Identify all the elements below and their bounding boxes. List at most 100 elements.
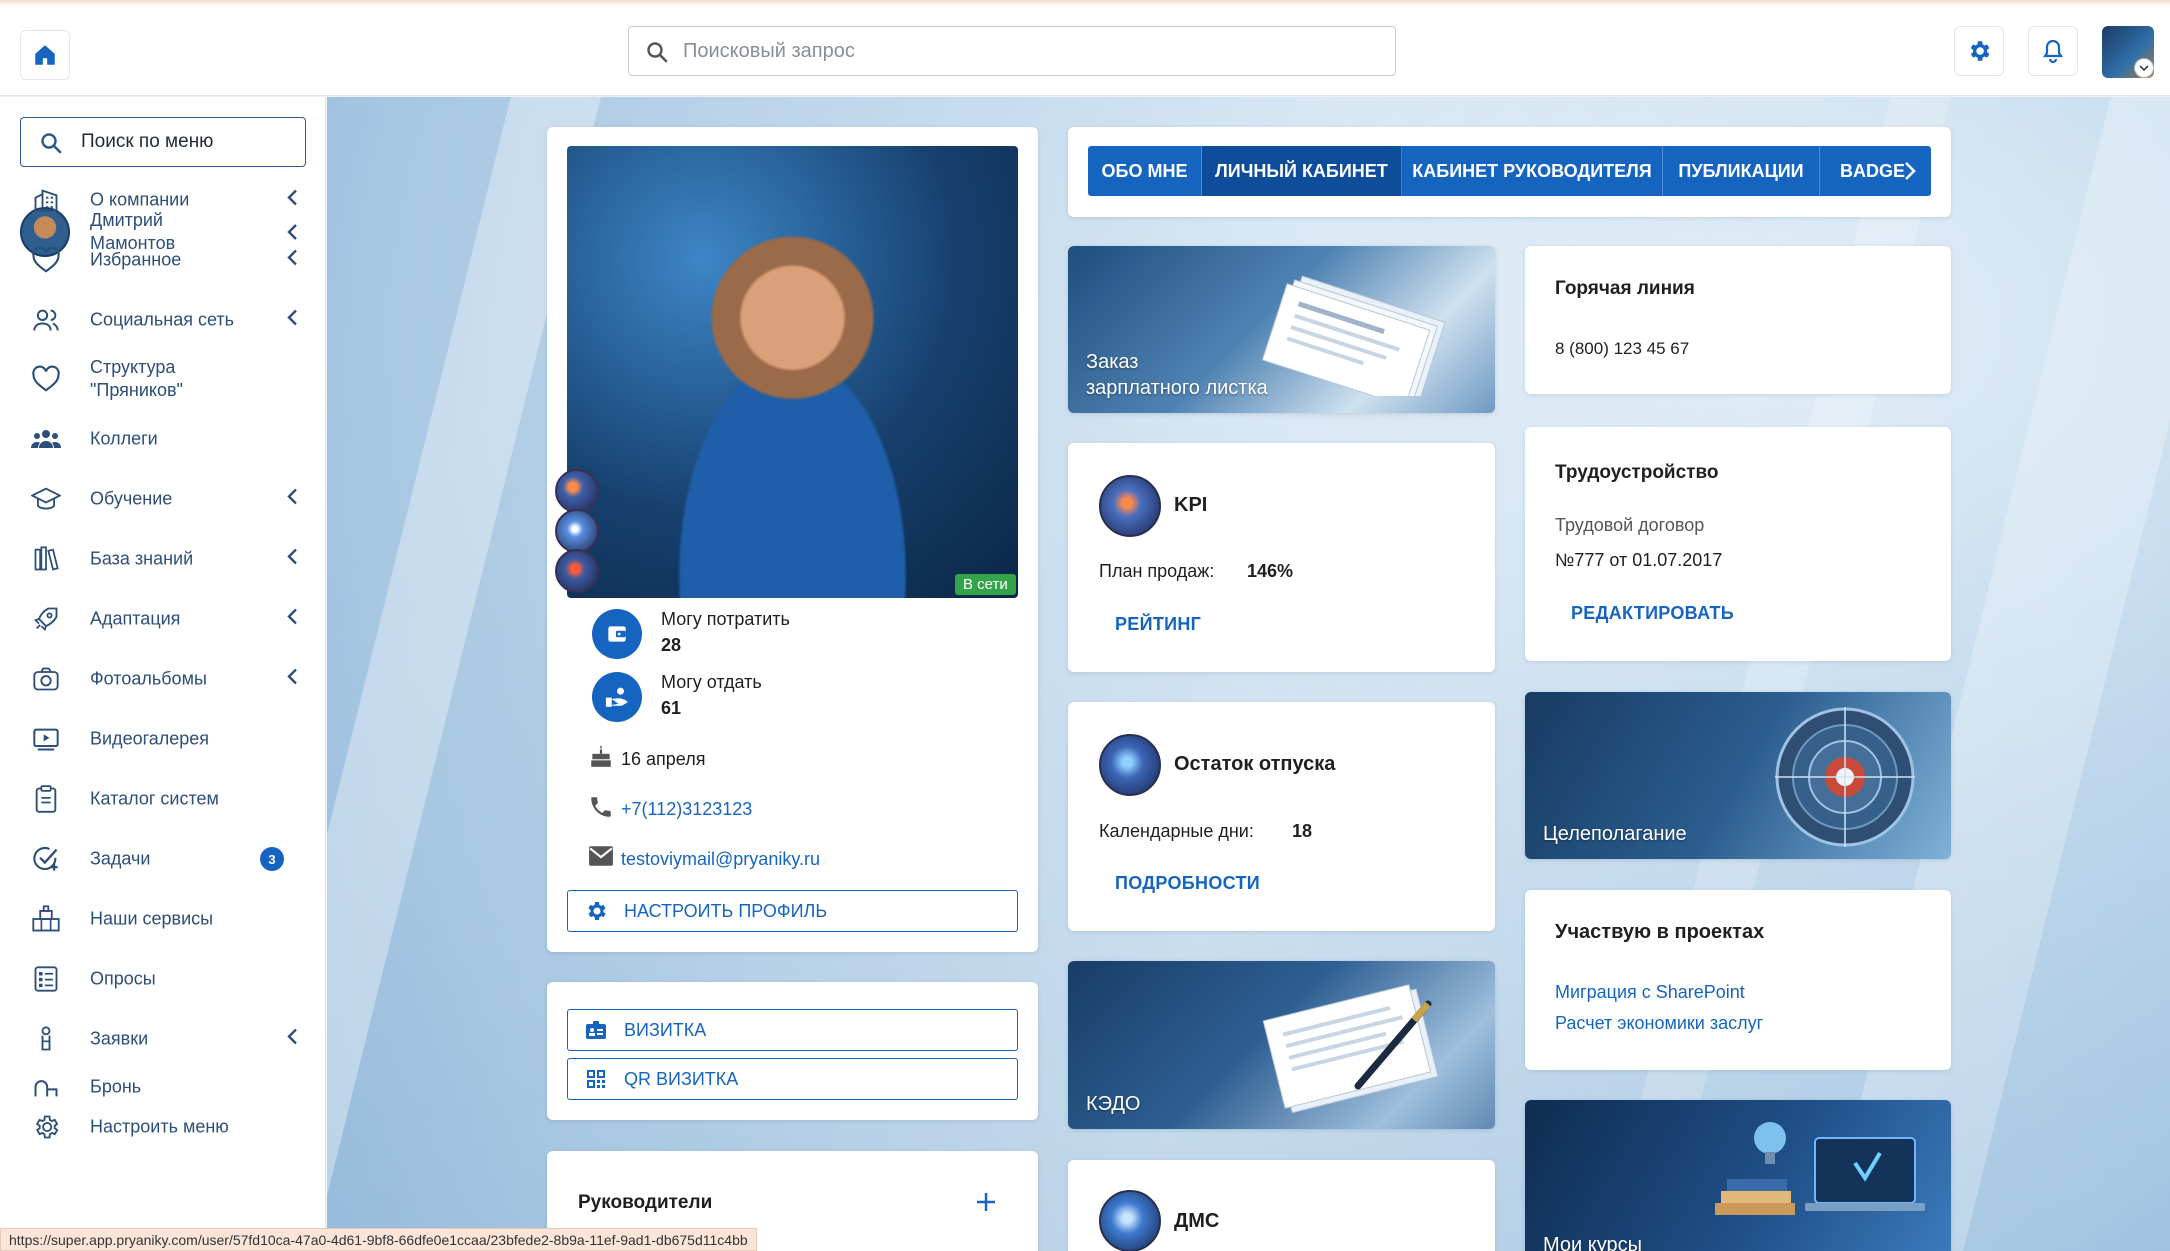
sidebar-item[interactable]: Социальная сеть [0,292,325,348]
my-courses-card[interactable]: Мои курсы [1525,1100,1951,1251]
hotline-card [1525,246,1951,394]
sidebar-item[interactable]: Избранное [0,232,325,288]
tab-personal-cabinet[interactable]: ЛИЧНЫЙ КАБИНЕТ [1202,146,1402,196]
configure-profile-label: Настроить профиль [624,900,828,921]
profile-tabs: ОБО МНЕ ЛИЧНЫЙ КАБИНЕТ КАБИНЕТ РУКОВОДИТ… [1088,146,1931,196]
sidebar-item[interactable]: Настроить меню [0,1099,325,1155]
menu-search[interactable]: Поиск по меню [20,117,306,167]
sidebar-item-label: База знаний [90,548,194,569]
configure-profile-button[interactable]: Настроить профиль [567,890,1018,932]
building-icon [30,184,62,216]
sidebar-item-label: Адаптация [90,608,181,629]
chevron-left-icon[interactable] [286,309,298,332]
survey-icon [30,963,62,995]
vacation-details-link[interactable]: ПОДРОБНОСТИ [1115,873,1260,894]
project-link[interactable]: Миграция с SharePoint [1555,982,1745,1003]
users-icon [30,304,62,336]
chevron-left-icon[interactable] [286,488,298,511]
chevron-left-icon[interactable] [286,189,298,212]
sidebar-item-label: Видеогалерея [90,728,210,749]
sidebar-item-label: Коллеги [90,428,158,449]
tasks-count-badge: 3 [260,847,284,871]
employment-title: Трудоустройство [1555,462,1719,483]
heart-icon [30,363,62,395]
sidebar-item-label: Структура "Пряников" [90,357,183,400]
plus-icon[interactable] [975,1191,997,1213]
sidebar-item[interactable]: Адаптация [0,591,325,647]
tab-publications[interactable]: ПУБЛИКАЦИИ [1663,146,1820,196]
profile-photo [567,146,1018,598]
chevron-left-icon[interactable] [286,1028,298,1051]
qr-card-label: QR визитка [624,1068,739,1089]
settings-button[interactable] [1954,26,2004,76]
chevron-left-icon[interactable] [286,548,298,571]
rocket-icon [30,603,62,635]
sidebar-item-label: Фотоальбомы [90,668,207,689]
sidebar-item[interactable]: Видеогалерея [0,711,325,767]
search-icon [41,133,62,154]
notifications-button[interactable] [2028,26,2078,76]
employment-edit-link[interactable]: РЕДАКТИРОВАТЬ [1571,603,1734,624]
chevron-right-icon[interactable] [1903,160,1917,182]
sidebar-item-label: Наши сервисы [90,908,214,929]
user-avatar-menu[interactable] [2102,26,2154,78]
kedo-label: КЭДО [1086,1093,1141,1115]
sidebar-item[interactable]: Фотоальбомы [0,651,325,707]
kpi-rating-link[interactable]: РЕЙТИНГ [1115,614,1201,635]
tab-manager-cabinet[interactable]: КАБИНЕТ РУКОВОДИТЕЛЯ [1402,146,1663,196]
link-preview-statusbar: https://super.app.pryaniky.com/user/57fd… [0,1228,757,1251]
projects-card [1525,890,1951,1070]
sidebar-item-label: Заявки [90,1028,149,1049]
sidebar-item[interactable]: Коллеги [0,411,325,467]
mail-icon [589,846,613,866]
sidebar-item-label: О компании [90,189,190,210]
sidebar-item[interactable]: Каталог систем [0,771,325,827]
hotline-title: Горячая линия [1555,278,1695,299]
kedo-card[interactable]: КЭДО [1068,961,1495,1129]
sidebar-item[interactable]: О компании [0,172,325,228]
chevron-left-icon[interactable] [286,249,298,272]
chevron-left-icon[interactable] [286,608,298,631]
spend-value: 28 [661,635,682,655]
wallet-icon [592,609,642,659]
sidebar-item-label: Бронь [90,1076,142,1097]
sidebar-item-label: Опросы [90,968,156,989]
phone-link[interactable]: +7(112)3123123 [621,799,752,820]
dms-badge-icon [1099,1190,1161,1251]
goal-setting-card[interactable]: Целеполагание [1525,692,1951,859]
projects-title: Участвую в проектах [1555,921,1765,943]
sidebar-item[interactable]: Обучение [0,471,325,527]
menu-search-label: Поиск по меню [81,131,214,152]
global-search-input[interactable] [683,27,1383,75]
email-link[interactable]: testoviymail@pryaniky.ru [621,849,820,870]
hotline-phone: 8 (800) 123 45 67 [1555,339,1690,358]
business-card-label: Визитка [624,1019,707,1040]
bell-icon [2042,39,2064,64]
sidebar-item[interactable]: Задачи 3 [0,831,325,887]
chevron-left-icon[interactable] [286,668,298,691]
target-illustration-icon [1775,707,1915,847]
qr-card-button[interactable]: QR визитка [567,1058,1018,1100]
achievement-badge-icon[interactable] [555,549,599,593]
achievement-badge-icon[interactable] [555,469,599,513]
home-icon [35,45,55,65]
sidebar-item[interactable]: Опросы [0,951,325,1007]
sidebar-item[interactable]: База знаний [0,531,325,587]
kpi-badge-icon [1099,475,1161,537]
dms-title: ДМС [1174,1210,1220,1232]
tab-about[interactable]: ОБО МНЕ [1088,146,1202,196]
vacation-badge-icon [1099,734,1161,796]
vacation-value: 18 [1292,821,1313,841]
payslip-order-card[interactable]: Заказ зарплатного листка [1068,246,1495,413]
sidebar-item[interactable]: Наши сервисы [0,891,325,947]
achievement-badge-icon[interactable] [555,509,599,553]
video-icon [30,723,62,755]
home-button[interactable] [20,30,70,80]
camera-icon [30,663,62,695]
graduation-cap-icon [30,483,62,515]
project-link[interactable]: Расчет экономики заслуг [1555,1013,1763,1034]
sidebar-item[interactable]: Структура "Пряников" [0,351,325,407]
sidebar-item-label: Обучение [90,488,173,509]
global-search[interactable] [628,26,1396,76]
business-card-button[interactable]: Визитка [567,1009,1018,1051]
